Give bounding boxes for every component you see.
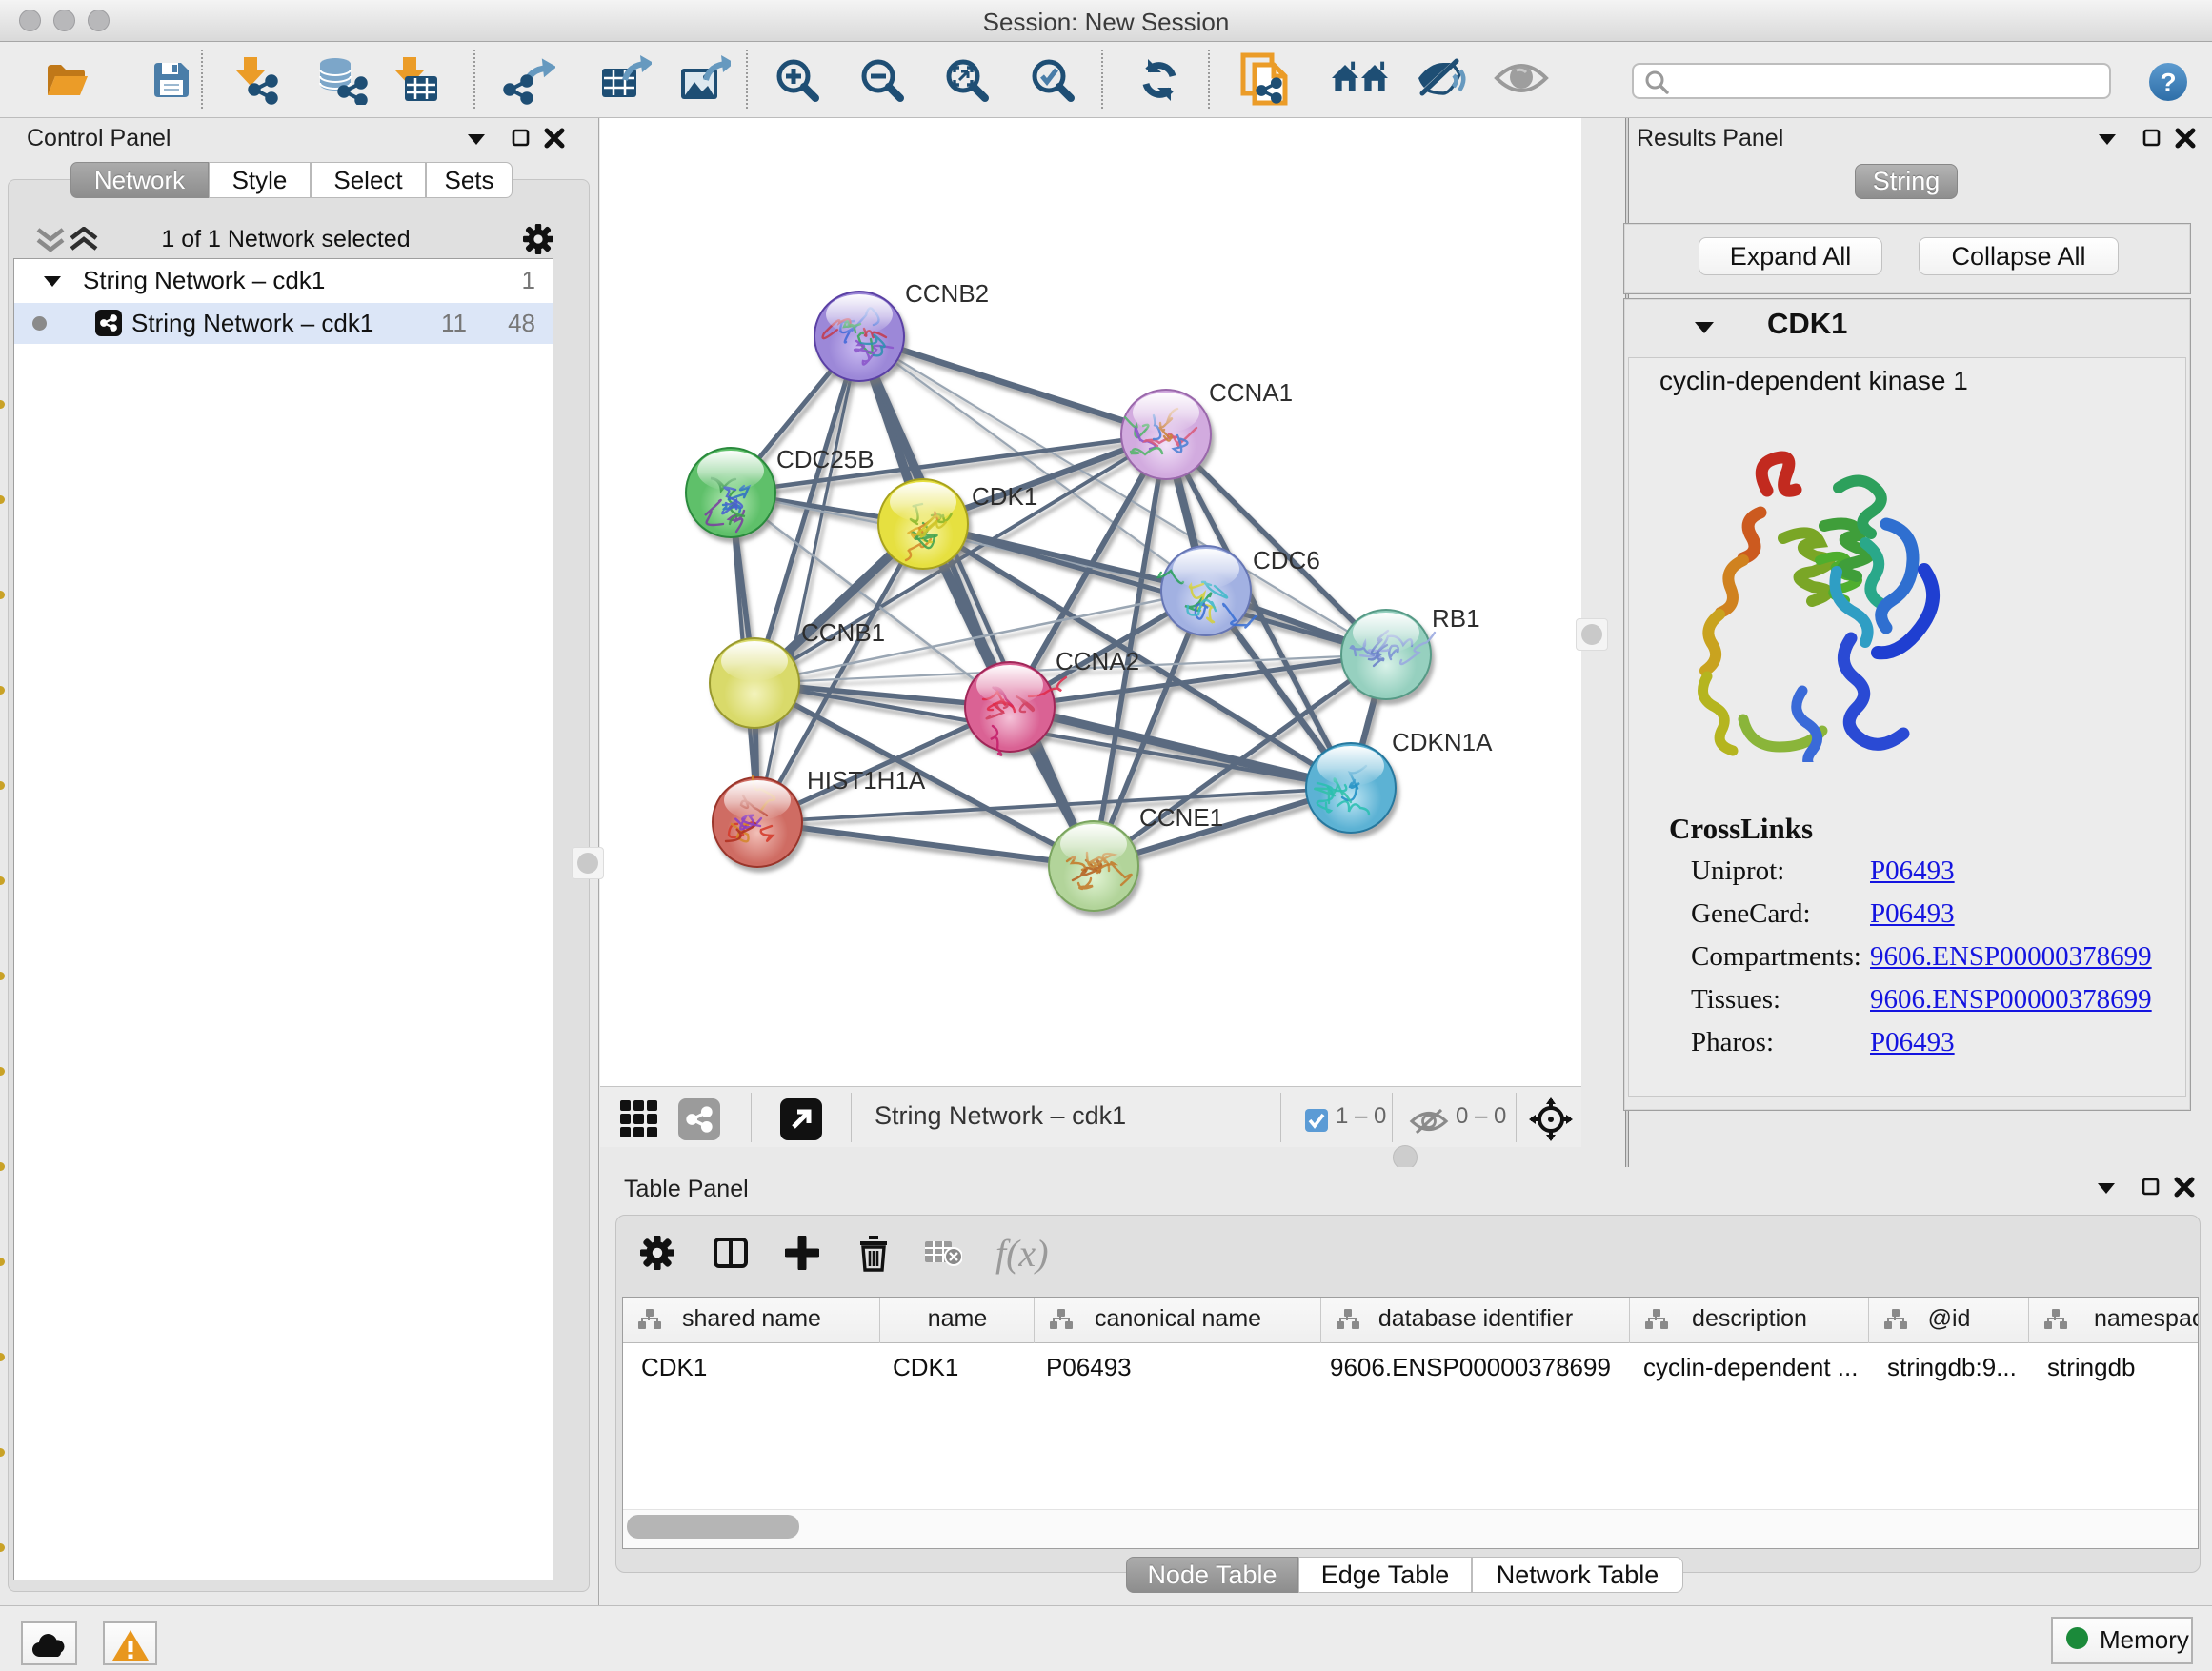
svg-text:CCNB2: CCNB2	[905, 279, 989, 308]
svg-text:CDK1: CDK1	[972, 482, 1037, 511]
svg-text:CCNA2: CCNA2	[1056, 647, 1139, 675]
svg-text:CDC25B: CDC25B	[776, 445, 875, 473]
svg-text:CCNB1: CCNB1	[801, 618, 885, 647]
svg-text:CCNA1: CCNA1	[1209, 378, 1293, 407]
svg-text:CDKN1A: CDKN1A	[1392, 728, 1493, 756]
svg-text:CCNE1: CCNE1	[1139, 803, 1223, 832]
svg-text:RB1: RB1	[1432, 604, 1480, 633]
svg-text:?: ?	[2160, 68, 2176, 97]
svg-text:HIST1H1A: HIST1H1A	[807, 766, 926, 795]
svg-text:CDC6: CDC6	[1253, 546, 1320, 574]
